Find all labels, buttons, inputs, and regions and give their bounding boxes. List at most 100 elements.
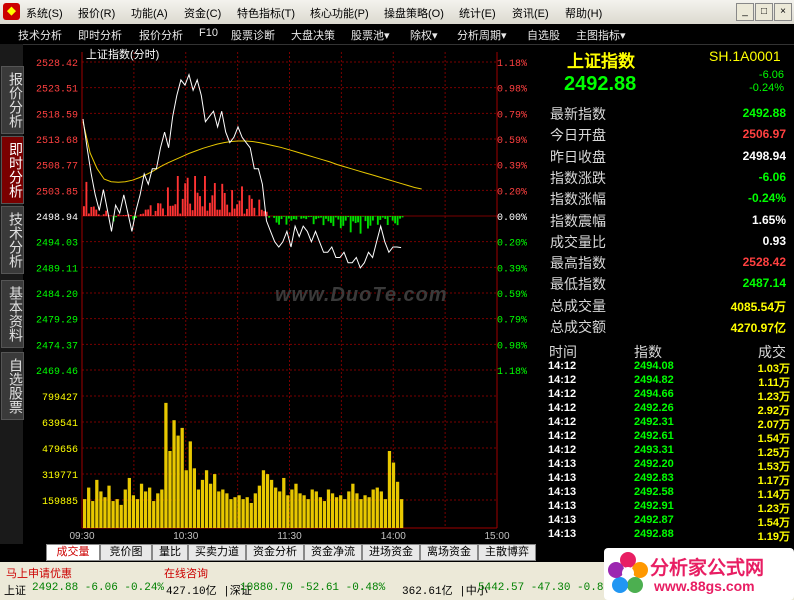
volume-bar xyxy=(115,499,119,528)
diff-bar-down xyxy=(275,216,278,223)
diff-bar-down xyxy=(396,216,399,226)
volume-bar xyxy=(339,495,343,528)
volume-bar xyxy=(156,493,160,528)
diff-bar-up xyxy=(154,210,157,216)
percent-tick-label: 0.39% xyxy=(497,162,527,173)
ticker-sme-label: 362.61亿 |中小 xyxy=(402,586,488,598)
tick-row: 14:13 2492.88 1.19万 xyxy=(548,528,792,543)
diff-bar-up xyxy=(236,204,238,216)
volume-bar xyxy=(91,501,95,528)
volume-bar xyxy=(391,462,396,528)
volume-bar xyxy=(176,435,180,528)
diff-bar-down xyxy=(381,216,384,218)
diff-bar-up xyxy=(149,205,152,216)
tab-volume[interactable]: 成交量 xyxy=(46,544,100,561)
volume-bar xyxy=(314,491,318,528)
volume-bar xyxy=(229,499,233,528)
volume-bar xyxy=(111,501,115,528)
diff-bar-down xyxy=(302,216,305,219)
ticker-sh-value: 2492.88 -6.06 -0.24% xyxy=(32,582,165,594)
volume-bar xyxy=(200,479,205,528)
price-tick-label: 2494.03 xyxy=(36,239,78,250)
diff-bar-up xyxy=(162,208,164,216)
tab-capital-analysis[interactable]: 资金分析 xyxy=(246,544,304,561)
diff-bar-up xyxy=(184,183,187,216)
price-tick-label: 2523.51 xyxy=(36,85,78,96)
brand-url: www.88gs.com xyxy=(654,578,755,594)
stat-label: 总成交额 xyxy=(550,319,606,335)
diff-bar-up xyxy=(90,206,93,216)
volume-bar xyxy=(217,491,221,528)
tick-index: 2492.58 xyxy=(634,486,674,498)
percent-tick-label: 0.79% xyxy=(497,110,527,121)
volume-bar xyxy=(148,487,152,528)
diff-bar-up xyxy=(258,199,261,216)
volume-bar xyxy=(164,402,168,528)
diff-bar-down xyxy=(310,216,313,217)
volume-axis: 799427 639541 479656 319771 159885 xyxy=(42,393,78,508)
percent-tick-label: 0.59% xyxy=(497,290,527,301)
diff-bar-down xyxy=(312,216,315,225)
consult-link[interactable]: 在线咨询 xyxy=(164,565,208,581)
volume-bar xyxy=(245,497,249,528)
volume-bar xyxy=(278,491,282,528)
volume-bar xyxy=(119,504,123,528)
stat-value: 2487.14 xyxy=(742,276,786,291)
price-tick-label: 2489.11 xyxy=(36,264,78,275)
volume-bar xyxy=(233,497,237,528)
diff-bar-down xyxy=(357,216,360,223)
diff-bar-down xyxy=(325,216,327,219)
tab-volume-ratio[interactable]: 量比 xyxy=(152,544,188,561)
flower-logo-icon xyxy=(608,552,648,593)
volume-bar xyxy=(310,489,314,528)
volume-bar xyxy=(204,470,209,528)
price-tick-label: 2513.68 xyxy=(36,136,78,147)
diff-bar-up xyxy=(181,198,184,216)
price-line xyxy=(82,72,402,269)
tab-net-flow[interactable]: 资金净流 xyxy=(304,544,362,561)
stat-value: 0.93 xyxy=(762,233,786,248)
tick-row: 14:12 2492.26 2.92万 xyxy=(548,402,792,417)
volume-bar xyxy=(343,499,347,528)
diff-bar-down xyxy=(300,216,303,219)
diff-bar-down xyxy=(384,216,387,219)
percent-axis: 1.18% 0.98% 0.79% 0.59% 0.39% 0.20% 0.00% 0.20%… xyxy=(497,59,527,378)
diff-bar-up xyxy=(176,176,179,216)
tick-row: 14:12 2494.82 1.11万 xyxy=(548,374,792,389)
volume-bar xyxy=(83,499,87,528)
diff-bar-down xyxy=(344,216,347,221)
volume-bar xyxy=(330,493,335,528)
diff-bar-down xyxy=(352,216,355,222)
tick-row: 14:13 2492.20 1.53万 xyxy=(548,458,792,473)
stat-value: 4085.54万 xyxy=(730,299,786,314)
diff-bar-down xyxy=(322,216,325,226)
tab-outflow[interactable]: 离场资金 xyxy=(420,544,478,561)
volume-tick-label: 479656 xyxy=(42,445,78,456)
tick-time: 14:12 xyxy=(548,444,577,456)
diff-bar-down xyxy=(342,216,345,226)
diff-bar-down xyxy=(285,216,288,225)
promo-link[interactable]: 马上申请优惠 xyxy=(6,565,72,581)
time-tick-label: 11:30 xyxy=(277,531,302,542)
tick-row: 14:12 2492.31 2.07万 xyxy=(548,416,792,431)
diff-bar-down xyxy=(307,216,310,218)
volume-bar xyxy=(359,499,363,528)
tab-inflow[interactable]: 进场资金 xyxy=(362,544,420,561)
diff-bar-up xyxy=(144,209,147,216)
diff-bar-up xyxy=(260,209,263,216)
tick-index: 2492.87 xyxy=(634,514,674,526)
time-tick-label: 15:00 xyxy=(484,531,509,542)
diff-bar-down xyxy=(349,216,352,233)
tab-auction[interactable]: 竞价图 xyxy=(100,544,152,561)
tab-buy-sell-power[interactable]: 买卖力道 xyxy=(188,544,246,561)
volume-bar xyxy=(103,497,107,528)
diff-bar-down xyxy=(359,216,362,234)
diff-bar-up xyxy=(179,213,182,216)
diff-bar-down xyxy=(394,216,397,224)
volume-bar xyxy=(269,479,274,528)
tab-main-vs-retail[interactable]: 主散博弈 xyxy=(478,544,536,561)
volume-bar xyxy=(87,487,91,528)
stat-label: 指数涨跌 xyxy=(550,169,606,186)
tick-row: 14:13 2492.83 1.17万 xyxy=(548,472,792,487)
diff-bar-up xyxy=(213,183,216,216)
